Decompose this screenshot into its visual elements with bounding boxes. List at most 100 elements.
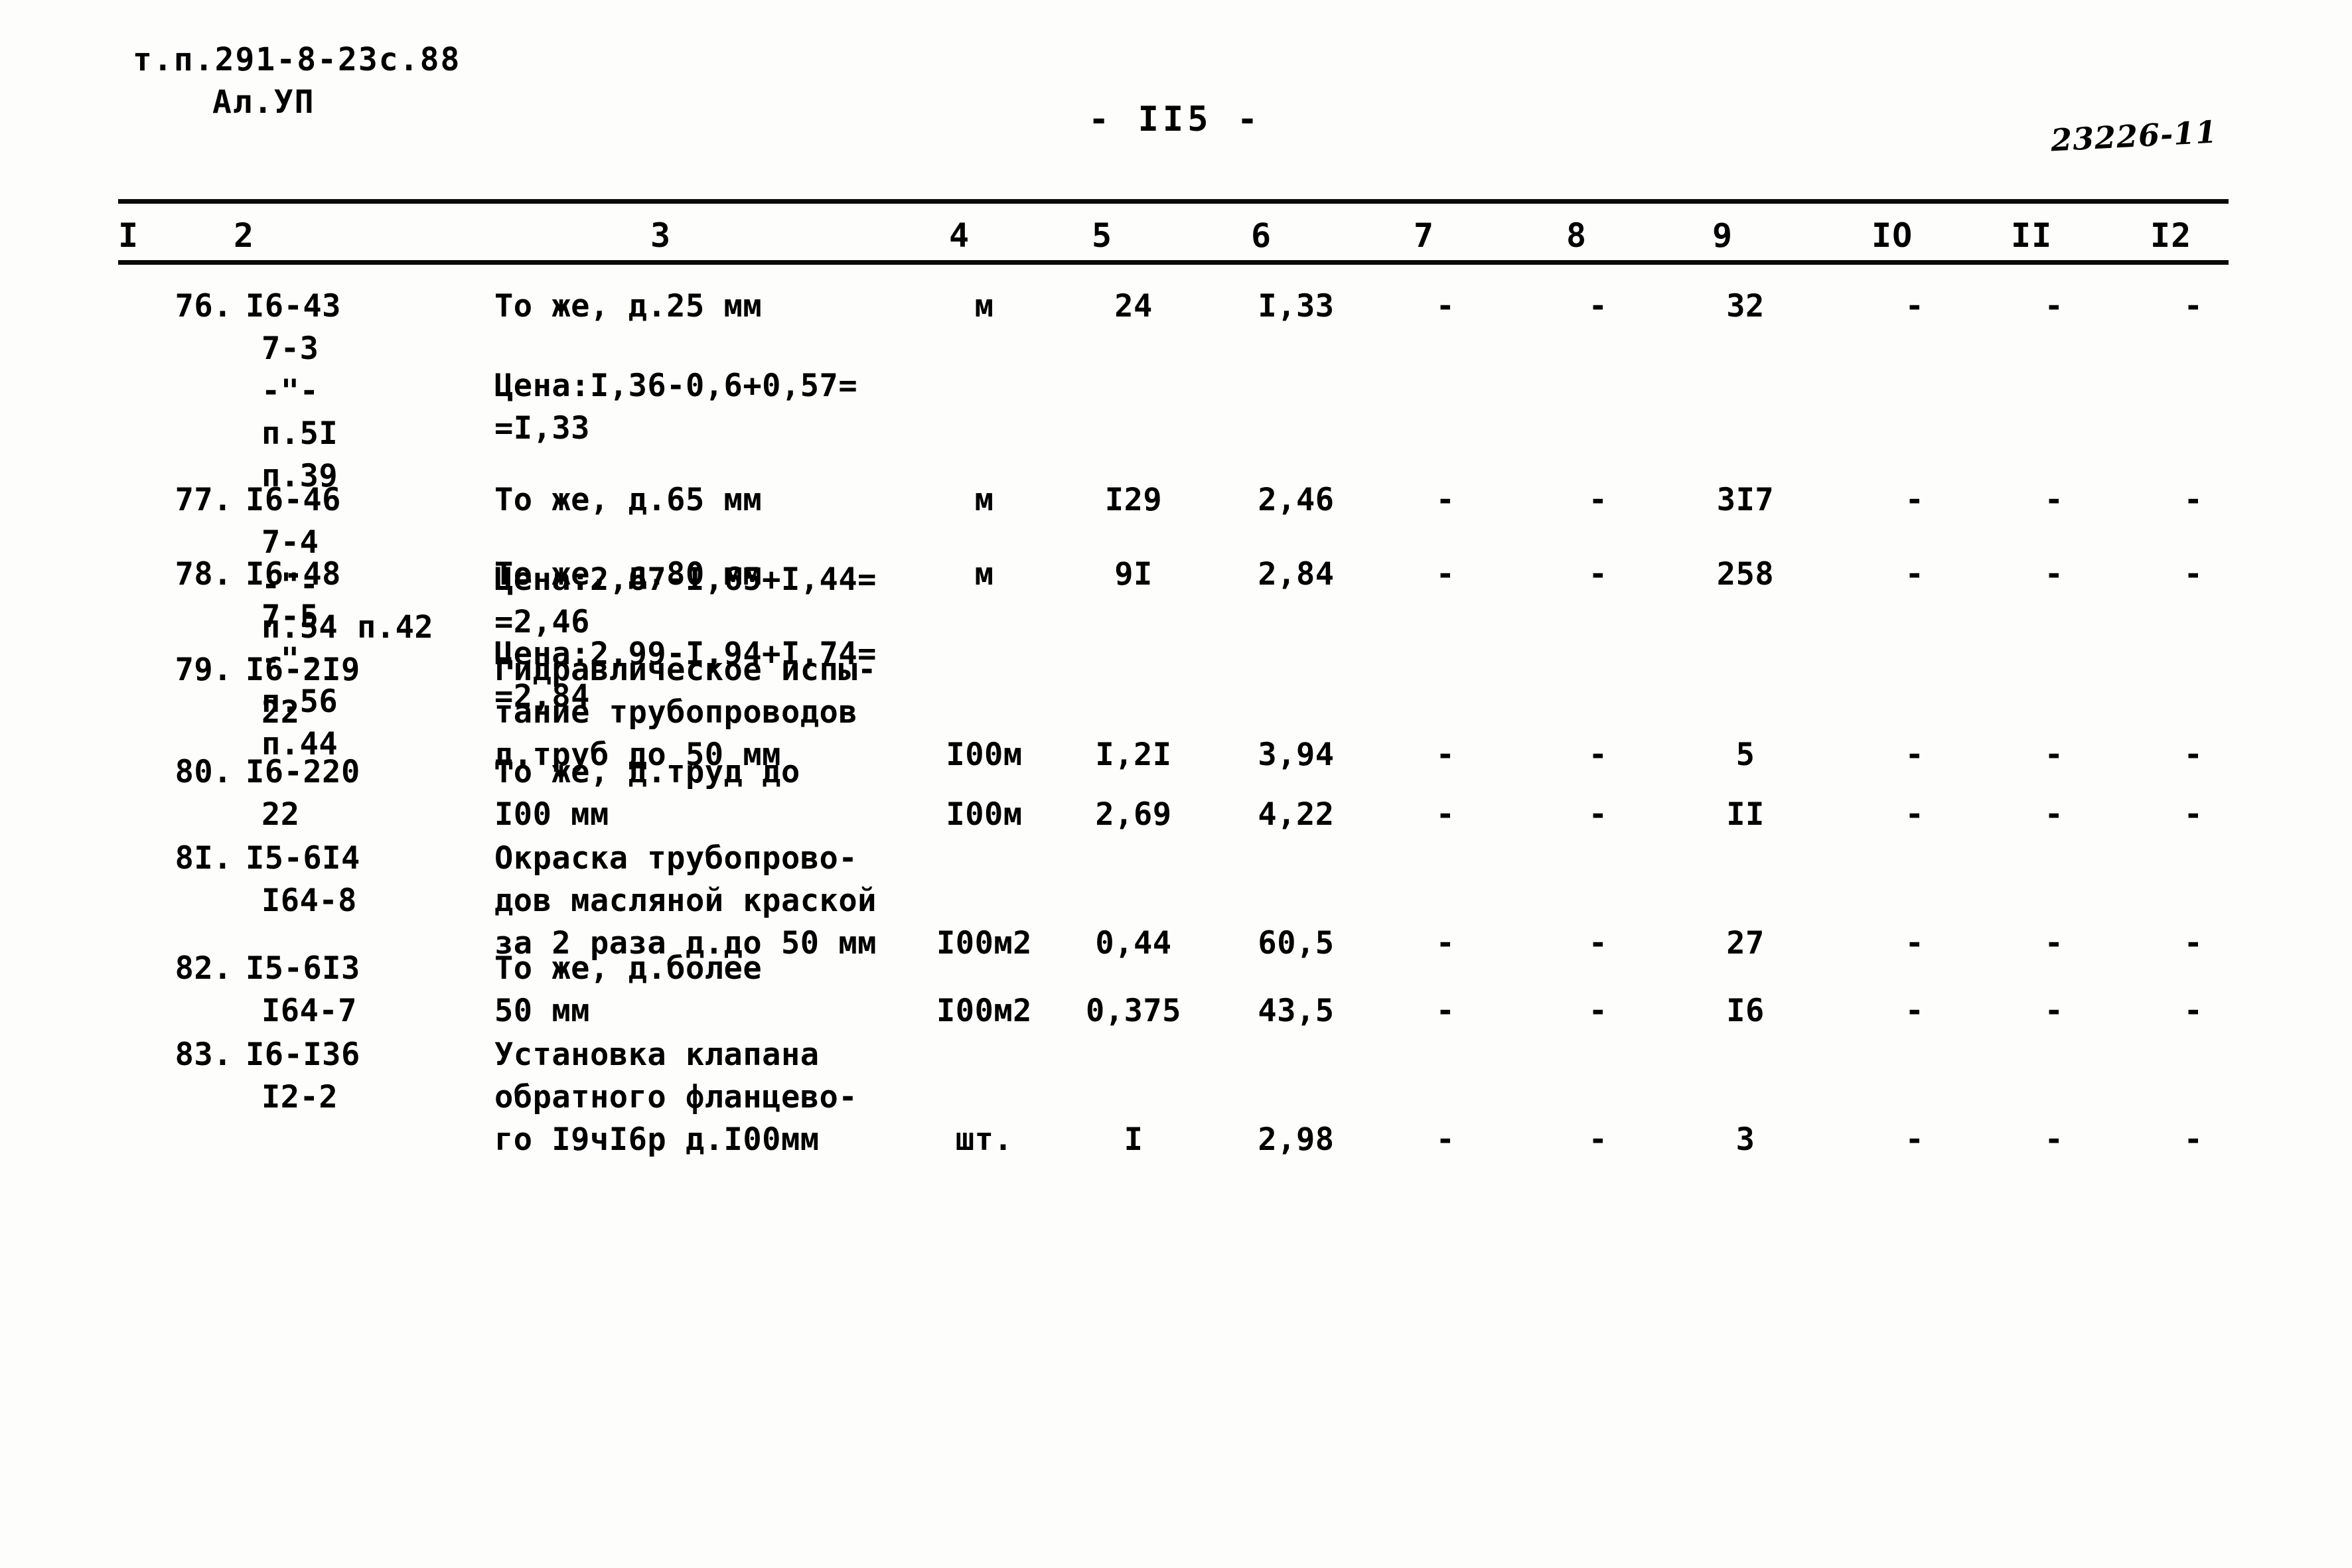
column-8-value: - <box>1588 993 1608 1029</box>
column-10-value: - <box>1905 1121 1925 1158</box>
column-header-8: 8 <box>1566 216 1587 255</box>
column-11-value: - <box>2044 993 2064 1029</box>
column-header-1: I <box>118 216 139 255</box>
column-12-value: - <box>2183 796 2203 833</box>
column-8-value: - <box>1588 288 1608 324</box>
column-header-2: 2 <box>234 216 255 255</box>
document-page: т.п.291-8-23с.88 Ал.УП - II5 - 23226-11 … <box>0 0 2352 1568</box>
unit-price: 2,46 <box>1258 482 1335 518</box>
table-row: 8I. I5-6I4 I64-8 Окраска трубопрово-дов мас… <box>0 837 2352 962</box>
table-row: 76. I6-43 7-3 -"- п.5I п.39 То же, д.25 мм Цена… <box>0 285 2352 494</box>
row-number: 83. <box>175 1036 232 1073</box>
work-description-line: 50 мм <box>494 993 590 1029</box>
table-row: 78. I6-48 7-5 -"- п.56 п.44 То же, д.80 мм Цена… <box>0 553 2352 762</box>
column-11-value: - <box>2044 288 2064 324</box>
column-12-value: - <box>2183 482 2203 518</box>
work-description-line: Установка клапана <box>494 1036 820 1073</box>
work-description-line: То же, д.25 мм <box>494 288 763 324</box>
column-7-value: - <box>1435 556 1455 593</box>
column-7-value: - <box>1435 288 1455 324</box>
total-cost: 3 <box>1735 1121 1755 1158</box>
unit-price: 2,84 <box>1258 556 1335 593</box>
column-11-value: - <box>2044 796 2064 833</box>
total-cost: 5 <box>1735 737 1755 773</box>
column-8-value: - <box>1588 482 1608 518</box>
column-12-value: - <box>2183 288 2203 324</box>
unit-price: I,33 <box>1258 288 1335 324</box>
column-7-value: - <box>1435 1121 1455 1158</box>
work-description-cell: То же, д.25 мм Цена:I,36-0,6+0,57= =I,33 <box>494 285 946 450</box>
row-number: 8I. <box>175 840 232 877</box>
total-cost: II <box>1726 796 1765 833</box>
column-7-value: - <box>1435 993 1455 1029</box>
row-number: 80. <box>175 754 232 790</box>
column-header-3: 3 <box>650 216 672 255</box>
column-11-value: - <box>2044 737 2064 773</box>
work-description-line: То же, д.более <box>494 950 763 987</box>
work-description-cell: То же, д.более 50 мм <box>494 948 946 1033</box>
unit-price: 60,5 <box>1258 925 1335 962</box>
column-8-value: - <box>1588 796 1608 833</box>
quantity: 0,44 <box>1095 925 1172 962</box>
column-8-value: - <box>1588 925 1608 962</box>
work-description-line: Окраска трубопрово- <box>494 840 858 877</box>
column-10-value: - <box>1905 556 1925 593</box>
table-header-bottom-rule <box>118 260 2229 265</box>
column-header-4: 4 <box>949 216 970 255</box>
unit-price: 43,5 <box>1258 993 1335 1029</box>
column-11-value: - <box>2044 1121 2064 1158</box>
column-header-6: 6 <box>1251 216 1272 255</box>
column-10-value: - <box>1905 993 1925 1029</box>
table-row: 79. I6-2I9 22 Гидравлическое испы-тание тру… <box>0 649 2352 773</box>
work-description-line: То же, д.65 мм <box>494 482 763 518</box>
column-7-value: - <box>1435 482 1455 518</box>
unit-of-measure: I00м <box>946 796 1023 833</box>
column-12-value: - <box>2183 556 2203 593</box>
work-description-line: го I9чI6р д.I00мм <box>494 1121 820 1158</box>
row-number: 76. <box>175 288 232 324</box>
total-cost: 3I7 <box>1716 482 1775 518</box>
column-12-value: - <box>2183 925 2203 962</box>
work-description-line: обратного фланцево- <box>494 1079 858 1115</box>
total-cost: 258 <box>1716 556 1775 593</box>
quantity: 9I <box>1114 556 1153 593</box>
work-description-line: дов масляной краской <box>494 883 877 919</box>
unit-of-measure: м <box>974 482 994 518</box>
unit-price: 3,94 <box>1258 737 1335 773</box>
unit-of-measure: м <box>974 556 994 593</box>
row-number: 78. <box>175 556 232 593</box>
quantity: I,2I <box>1095 737 1172 773</box>
quantity: I <box>1124 1121 1143 1158</box>
column-header-9: 9 <box>1712 216 1733 255</box>
quantity: 24 <box>1114 288 1153 324</box>
archive-number-handwritten: 23226-11 <box>2049 113 2219 159</box>
column-10-value: - <box>1905 737 1925 773</box>
page-number: - II5 - <box>1088 100 1262 139</box>
column-header-12: I2 <box>2150 216 2192 255</box>
document-code-primary: т.п.291-8-23с.88 <box>133 41 461 78</box>
column-11-value: - <box>2044 556 2064 593</box>
column-12-value: - <box>2183 1121 2203 1158</box>
price-calculation-line: Цена:I,36-0,6+0,57= <box>494 368 858 404</box>
work-description-line: тание трубопроводов <box>494 694 858 731</box>
work-description-cell: Окраска трубопрово-дов масляной краской з… <box>494 837 946 965</box>
column-8-value: - <box>1588 1121 1608 1158</box>
column-10-value: - <box>1905 796 1925 833</box>
row-number: 77. <box>175 482 232 518</box>
row-number: 82. <box>175 950 232 987</box>
quantity: 2,69 <box>1095 796 1172 833</box>
document-code-secondary: Ал.УП <box>212 84 315 121</box>
table-row: 80. I6-220 22 То же, д.труд до I00 мм I00м 2,6… <box>0 751 2352 833</box>
price-calculation-line: =I,33 <box>494 410 590 447</box>
column-11-value: - <box>2044 482 2064 518</box>
work-description-line: I00 мм <box>494 796 609 833</box>
total-cost: I6 <box>1726 993 1765 1029</box>
column-10-value: - <box>1905 288 1925 324</box>
column-header-11: II <box>2011 216 2053 255</box>
unit-of-measure: м <box>974 288 994 324</box>
column-10-value: - <box>1905 925 1925 962</box>
unit-price: 2,98 <box>1258 1121 1335 1158</box>
column-10-value: - <box>1905 482 1925 518</box>
